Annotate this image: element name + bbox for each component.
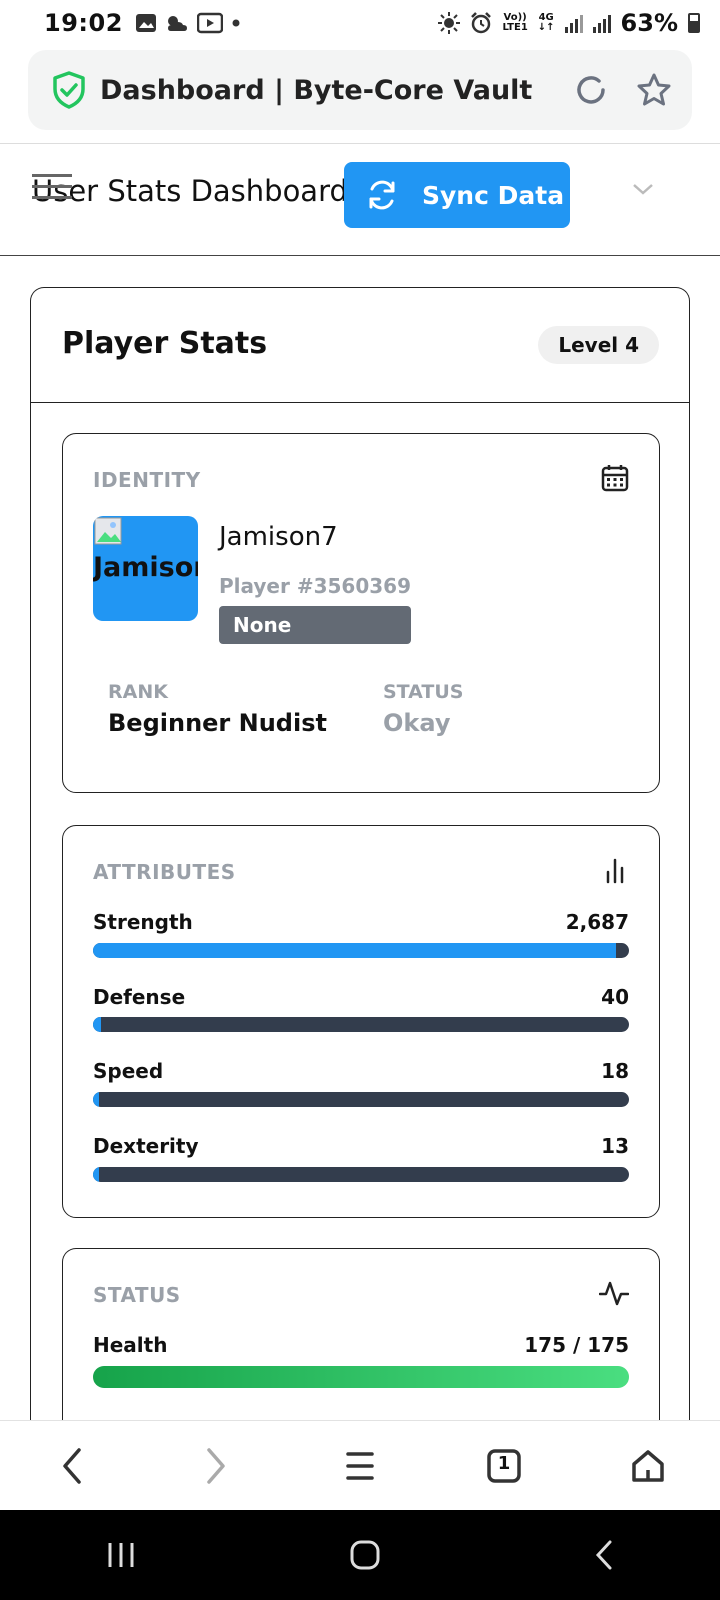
panel-title: Player Stats bbox=[62, 326, 268, 361]
attr-name-dexterity: Dexterity bbox=[93, 1134, 199, 1158]
avatar: Jamison7 bbox=[93, 516, 198, 621]
battery-icon bbox=[688, 13, 700, 33]
rank-label: RANK bbox=[108, 681, 168, 703]
status-card-label: STATUS bbox=[93, 1283, 181, 1307]
home-system-icon[interactable] bbox=[349, 1539, 381, 1571]
attr-bar-defense bbox=[93, 1017, 629, 1032]
page-url-title: Dashboard | Byte-Core Vault bbox=[100, 74, 533, 106]
attr-fill-speed bbox=[93, 1092, 100, 1107]
attr-fill-strength bbox=[93, 943, 616, 958]
recents-icon[interactable] bbox=[106, 1541, 136, 1569]
reload-icon[interactable] bbox=[574, 73, 608, 107]
signal-icon bbox=[564, 13, 583, 33]
menu-icon bbox=[346, 1451, 374, 1480]
sync-data-label: Sync Data bbox=[422, 180, 565, 210]
signal-icon-2 bbox=[592, 13, 611, 33]
attr-value-strength: 2,687 bbox=[565, 910, 629, 934]
gallery-icon bbox=[135, 14, 156, 32]
forward-button[interactable] bbox=[186, 1436, 246, 1496]
panel-header: Player Stats Level 4 bbox=[31, 288, 689, 403]
attr-name-defense: Defense bbox=[93, 985, 186, 1009]
attr-fill-dexterity bbox=[93, 1167, 100, 1182]
attr-name-speed: Speed bbox=[93, 1059, 164, 1083]
identity-card: IDENTITY Jamison7 Jamison7 Player #35603… bbox=[62, 433, 660, 793]
youtube-icon bbox=[196, 12, 223, 34]
attr-name-strength: Strength bbox=[93, 910, 193, 934]
home-icon bbox=[632, 1449, 664, 1482]
shield-check-icon bbox=[53, 71, 85, 109]
back-system-icon[interactable] bbox=[594, 1539, 614, 1571]
activity-icon bbox=[599, 1281, 629, 1306]
page-header: User Stats Dashboard Sync Data bbox=[0, 144, 720, 256]
weather-icon bbox=[167, 16, 187, 31]
home-button[interactable] bbox=[618, 1436, 678, 1496]
attr-bar-dexterity bbox=[93, 1167, 629, 1182]
attr-value-dexterity: 13 bbox=[601, 1134, 629, 1158]
rank-value: Beginner Nudist bbox=[108, 709, 327, 737]
attributes-card: ATTRIBUTES Strength 2,687 Defense 40 Spe… bbox=[62, 825, 660, 1218]
health-value: 175 / 175 bbox=[524, 1333, 629, 1357]
tabs-button[interactable]: 1 bbox=[474, 1436, 534, 1496]
player-name: Jamison7 bbox=[219, 522, 338, 552]
avatar-alt-text: Jamison7 bbox=[93, 552, 198, 583]
hamburger-icon[interactable] bbox=[32, 174, 72, 204]
status-value: Okay bbox=[383, 709, 451, 737]
attributes-label: ATTRIBUTES bbox=[93, 860, 236, 884]
tab-count: 1 bbox=[497, 1452, 511, 1474]
sync-icon bbox=[369, 180, 395, 210]
battery-percent: 63% bbox=[620, 9, 678, 37]
back-button[interactable] bbox=[42, 1436, 102, 1496]
menu-button[interactable] bbox=[330, 1436, 390, 1496]
page-title: User Stats Dashboard bbox=[32, 174, 348, 208]
alarm-icon bbox=[471, 12, 492, 34]
health-fill bbox=[93, 1366, 629, 1388]
star-icon[interactable] bbox=[636, 72, 672, 108]
bar-chart-icon bbox=[606, 858, 624, 884]
forward-icon bbox=[207, 1447, 225, 1484]
broken-image-icon bbox=[94, 517, 122, 545]
net-gen-label: 4G bbox=[538, 12, 554, 23]
attr-value-defense: 40 bbox=[601, 985, 629, 1009]
brightness-icon bbox=[438, 12, 461, 34]
attr-value-speed: 18 bbox=[601, 1059, 629, 1083]
health-bar bbox=[93, 1366, 629, 1388]
address-bar[interactable]: Dashboard | Byte-Core Vault bbox=[28, 50, 692, 130]
sync-data-button[interactable]: Sync Data bbox=[344, 162, 570, 228]
browser-bottom-nav: 1 bbox=[0, 1420, 720, 1510]
lte-label: LTE1 bbox=[502, 22, 528, 33]
attr-fill-defense bbox=[93, 1017, 102, 1032]
attr-bar-strength bbox=[93, 943, 629, 958]
system-nav-bar bbox=[0, 1510, 720, 1600]
attr-bar-speed bbox=[93, 1092, 629, 1107]
status-time: 19:02 bbox=[44, 9, 123, 37]
calendar-icon bbox=[601, 465, 629, 492]
player-id: Player #3560369 bbox=[219, 574, 411, 598]
health-label: Health bbox=[93, 1333, 168, 1357]
chevron-down-icon[interactable] bbox=[632, 182, 654, 196]
status-bar: 19:02 Vo)) LTE1 4G ↓↑ 63% bbox=[0, 0, 720, 46]
player-tag: None bbox=[219, 606, 411, 644]
player-stats-panel: Player Stats Level 4 IDENTITY Jamison7 J… bbox=[30, 287, 690, 1508]
dot-icon bbox=[232, 19, 240, 27]
identity-label: IDENTITY bbox=[93, 468, 201, 492]
back-icon bbox=[63, 1447, 81, 1484]
level-badge: Level 4 bbox=[538, 326, 659, 364]
status-label: STATUS bbox=[383, 681, 464, 703]
